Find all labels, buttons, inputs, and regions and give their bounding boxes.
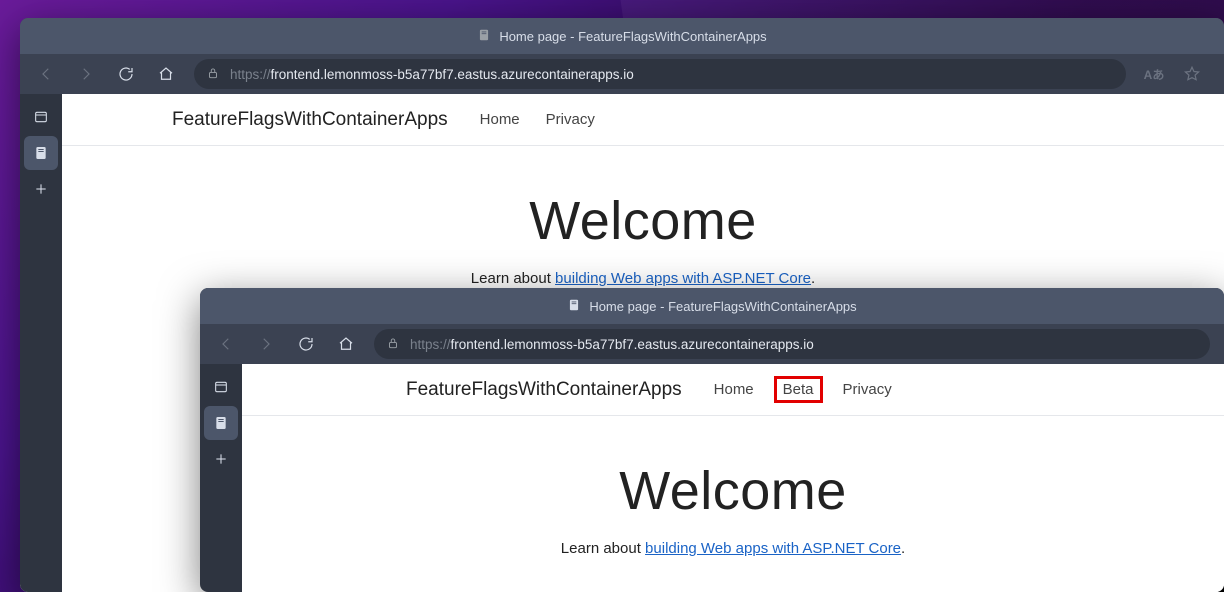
nav-link-home[interactable]: Home [710, 379, 758, 400]
forward-button[interactable] [68, 58, 104, 90]
lock-icon [206, 66, 220, 83]
vertical-tab-strip [200, 364, 242, 592]
hero-sub-prefix: Learn about [561, 540, 645, 557]
url-text: https://frontend.lemonmoss-b5a77bf7.east… [410, 337, 814, 352]
refresh-button[interactable] [108, 58, 144, 90]
url-host: frontend.lemonmoss-b5a77bf7.eastus.azure… [451, 337, 814, 352]
nav-link-home[interactable]: Home [476, 109, 524, 130]
tab-actions-button[interactable] [204, 370, 238, 404]
home-button[interactable] [148, 58, 184, 90]
forward-button[interactable] [248, 328, 284, 360]
nav-link-privacy[interactable]: Privacy [542, 109, 599, 130]
hero-sub-link[interactable]: building Web apps with ASP.NET Core [645, 540, 901, 557]
url-protocol: https:// [230, 67, 271, 82]
toolbar: https://frontend.lemonmoss-b5a77bf7.east… [20, 54, 1224, 94]
site-nav: Home Privacy [476, 109, 599, 130]
vertical-tab-strip [20, 94, 62, 592]
hero-title: Welcome [62, 190, 1224, 252]
vertical-tab[interactable] [204, 406, 238, 440]
site-brand[interactable]: FeatureFlagsWithContainerApps [172, 109, 448, 131]
new-tab-button[interactable] [24, 172, 58, 206]
page-icon [567, 298, 581, 315]
address-bar[interactable]: https://frontend.lemonmoss-b5a77bf7.east… [194, 59, 1126, 89]
favorites-button[interactable] [1174, 58, 1210, 90]
tab-strip: Home page - FeatureFlagsWithContainerApp… [200, 288, 1224, 324]
hero-sub-suffix: . [901, 540, 905, 557]
hero-sub-suffix: . [811, 270, 815, 287]
hero-sub-link[interactable]: building Web apps with ASP.NET Core [555, 270, 811, 287]
home-button[interactable] [328, 328, 364, 360]
tab-title: Home page - FeatureFlagsWithContainerApp… [589, 299, 856, 314]
site-brand[interactable]: FeatureFlagsWithContainerApps [406, 379, 682, 401]
hero-title: Welcome [242, 460, 1224, 522]
hero-subtitle: Learn about building Web apps with ASP.N… [62, 270, 1224, 287]
site-header: FeatureFlagsWithContainerApps Home Priva… [62, 94, 1224, 146]
hero-sub-prefix: Learn about [471, 270, 555, 287]
page-content: FeatureFlagsWithContainerApps Home Beta … [242, 364, 1224, 592]
page-icon [477, 28, 491, 45]
lock-icon [386, 336, 400, 353]
toolbar-right: Aあ [1136, 58, 1216, 90]
hero-subtitle: Learn about building Web apps with ASP.N… [242, 540, 1224, 557]
vertical-tab[interactable] [24, 136, 58, 170]
nav-link-beta[interactable]: Beta [774, 376, 823, 403]
site-header: FeatureFlagsWithContainerApps Home Beta … [242, 364, 1224, 416]
back-button[interactable] [28, 58, 64, 90]
nav-link-privacy[interactable]: Privacy [839, 379, 896, 400]
refresh-button[interactable] [288, 328, 324, 360]
url-text: https://frontend.lemonmoss-b5a77bf7.east… [230, 67, 634, 82]
tab-title: Home page - FeatureFlagsWithContainerApp… [499, 29, 766, 44]
hero: Welcome Learn about building Web apps wi… [242, 416, 1224, 557]
browser-window-2: Home page - FeatureFlagsWithContainerApp… [200, 288, 1224, 592]
site-nav: Home Beta Privacy [710, 378, 896, 401]
url-host: frontend.lemonmoss-b5a77bf7.eastus.azure… [271, 67, 634, 82]
client-area: FeatureFlagsWithContainerApps Home Beta … [200, 364, 1224, 592]
tab-actions-button[interactable] [24, 100, 58, 134]
back-button[interactable] [208, 328, 244, 360]
hero: Welcome Learn about building Web apps wi… [62, 146, 1224, 287]
tab-strip: Home page - FeatureFlagsWithContainerApp… [20, 18, 1224, 54]
reader-mode-button[interactable]: Aあ [1136, 58, 1172, 90]
address-bar[interactable]: https://frontend.lemonmoss-b5a77bf7.east… [374, 329, 1210, 359]
toolbar: https://frontend.lemonmoss-b5a77bf7.east… [200, 324, 1224, 364]
new-tab-button[interactable] [204, 442, 238, 476]
url-protocol: https:// [410, 337, 451, 352]
